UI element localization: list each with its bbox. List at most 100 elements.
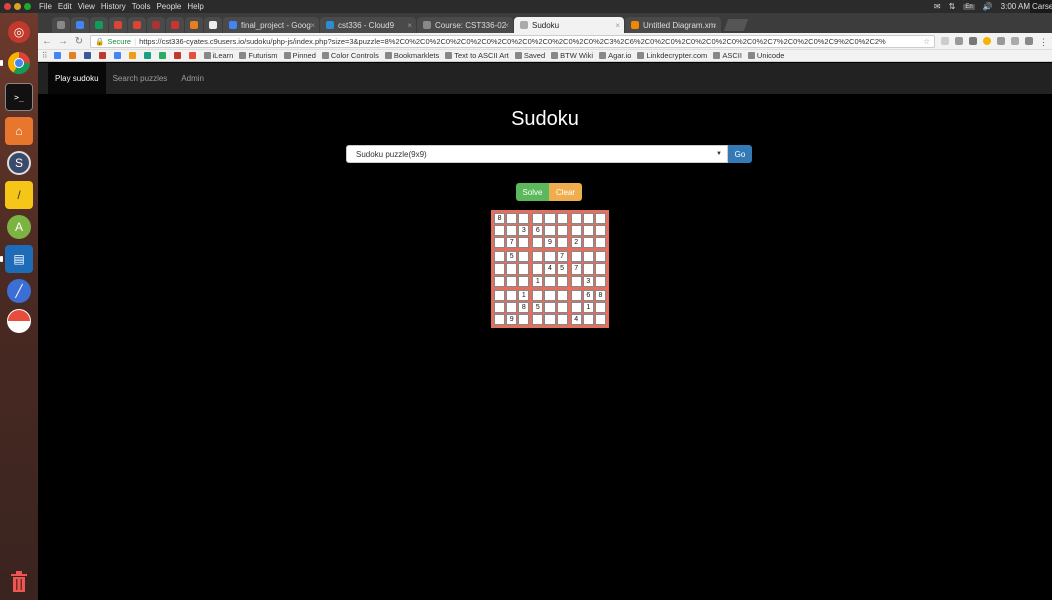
sudoku-cell[interactable]: [494, 225, 506, 237]
sudoku-cell[interactable]: [518, 237, 530, 249]
bookmark-item[interactable]: Bookmarklets: [384, 51, 439, 60]
extension-icon[interactable]: [997, 37, 1005, 45]
sudoku-cell[interactable]: [532, 289, 544, 301]
reload-icon[interactable]: ↻: [74, 36, 84, 47]
sudoku-cell[interactable]: [494, 275, 506, 287]
maximize-window-icon[interactable]: [24, 3, 31, 10]
sudoku-cell[interactable]: [518, 213, 530, 225]
menu-item-help[interactable]: Help: [187, 2, 203, 11]
sudoku-cell[interactable]: [556, 313, 568, 325]
sudoku-cell[interactable]: [494, 301, 506, 313]
sudoku-cell[interactable]: [582, 237, 594, 249]
browser-tab[interactable]: Sudoku ×: [514, 17, 624, 33]
nav-admin[interactable]: Admin: [174, 63, 211, 94]
pinned-tab[interactable]: [109, 17, 127, 33]
browser-tab[interactable]: final_project - Goog ×: [223, 17, 319, 33]
sudoku-cell[interactable]: [556, 275, 568, 287]
sudoku-cell[interactable]: [506, 225, 518, 237]
sudoku-cell[interactable]: 3: [518, 225, 530, 237]
bookmark-item[interactable]: Agar.io: [599, 51, 631, 60]
sudoku-cell[interactable]: [582, 313, 594, 325]
pinned-tab[interactable]: [90, 17, 108, 33]
sudoku-cell[interactable]: 7: [506, 237, 518, 249]
bookmark-icon[interactable]: [68, 52, 76, 59]
forward-icon[interactable]: →: [58, 36, 68, 47]
sudoku-cell[interactable]: 6: [532, 225, 544, 237]
sudoku-cell[interactable]: [518, 251, 530, 263]
sudoku-cell[interactable]: [532, 251, 544, 263]
sudoku-cell[interactable]: 3: [582, 275, 594, 287]
bookmark-item[interactable]: Linkdecrypter.com: [637, 51, 707, 60]
sudoku-cell[interactable]: [594, 275, 606, 287]
sudoku-cell[interactable]: [518, 275, 530, 287]
minimize-window-icon[interactable]: [14, 3, 21, 10]
sudoku-cell[interactable]: [494, 313, 506, 325]
sudoku-cell[interactable]: [544, 301, 556, 313]
bookmark-icon[interactable]: [83, 52, 91, 59]
extension-icon[interactable]: [941, 37, 949, 45]
close-tab-icon[interactable]: ×: [407, 21, 412, 30]
sudoku-cell[interactable]: [556, 301, 568, 313]
sudoku-cell[interactable]: [594, 213, 606, 225]
pencil-app-icon[interactable]: ╱: [7, 279, 31, 303]
sudoku-cell[interactable]: [570, 213, 582, 225]
sudoku-cell[interactable]: 6: [582, 289, 594, 301]
sudoku-cell[interactable]: [594, 225, 606, 237]
chrome-icon[interactable]: [0, 49, 33, 77]
sudoku-cell[interactable]: 9: [544, 237, 556, 249]
sudoku-cell[interactable]: [494, 237, 506, 249]
menu-item-tools[interactable]: Tools: [132, 2, 151, 11]
sudoku-cell[interactable]: [544, 225, 556, 237]
sudoku-cell[interactable]: [570, 301, 582, 313]
bookmark-item[interactable]: iLearn: [203, 51, 233, 60]
sudoku-cell[interactable]: [532, 237, 544, 249]
sudoku-cell[interactable]: [494, 251, 506, 263]
sudoku-cell[interactable]: [506, 263, 518, 275]
keyboard-language[interactable]: En: [963, 3, 975, 10]
new-tab-button[interactable]: [723, 19, 749, 31]
pinned-tab[interactable]: [204, 17, 222, 33]
sudoku-cell[interactable]: 7: [556, 251, 568, 263]
sudoku-cell[interactable]: 1: [532, 275, 544, 287]
go-button[interactable]: Go: [728, 145, 752, 163]
sudoku-cell[interactable]: [506, 213, 518, 225]
menu-item-edit[interactable]: Edit: [58, 2, 72, 11]
sudoku-cell[interactable]: [594, 263, 606, 275]
bookmark-item[interactable]: Pinned: [283, 51, 316, 60]
sudoku-cell[interactable]: [494, 289, 506, 301]
puzzle-select[interactable]: Sudoku puzzle(9x9) ▼: [346, 145, 728, 163]
sudoku-cell[interactable]: [506, 301, 518, 313]
sudoku-cell[interactable]: [544, 213, 556, 225]
pinned-tab[interactable]: [166, 17, 184, 33]
close-tab-icon[interactable]: ×: [615, 21, 620, 30]
extension-icon[interactable]: [955, 37, 963, 45]
android-studio-icon[interactable]: A: [7, 215, 31, 239]
pinned-tab[interactable]: [128, 17, 146, 33]
calculator-icon[interactable]: ▤: [0, 245, 33, 273]
user-name[interactable]: Carse: [1030, 0, 1052, 13]
sudoku-cell[interactable]: 1: [518, 289, 530, 301]
back-icon[interactable]: ←: [42, 36, 52, 47]
bookmark-item[interactable]: ASCII: [713, 51, 742, 60]
sudoku-cell[interactable]: [556, 225, 568, 237]
pinned-tab[interactable]: [185, 17, 203, 33]
sudoku-cell[interactable]: [494, 263, 506, 275]
sudoku-cell[interactable]: 7: [570, 263, 582, 275]
volume-icon[interactable]: 🔊: [983, 2, 993, 11]
sudoku-cell[interactable]: [532, 313, 544, 325]
extension-icon[interactable]: [969, 37, 977, 45]
bookmark-item[interactable]: Unicode: [747, 51, 784, 60]
extension-icon[interactable]: [983, 37, 991, 45]
mail-icon[interactable]: ✉: [934, 2, 941, 11]
bookmark-item[interactable]: Text to ASCII Art: [445, 51, 509, 60]
sudoku-cell[interactable]: 8: [494, 213, 506, 225]
sudoku-cell[interactable]: 8: [594, 289, 606, 301]
bookmark-icon[interactable]: [98, 52, 106, 59]
sudoku-cell[interactable]: [556, 289, 568, 301]
browser-tab[interactable]: Course: CST336-02 ×: [417, 17, 513, 33]
network-icon[interactable]: ⇅: [949, 2, 956, 11]
sudoku-cell[interactable]: [570, 289, 582, 301]
dash-icon[interactable]: ◎: [8, 21, 30, 43]
browser-tab[interactable]: Untitled Diagram.xm ×: [625, 17, 721, 33]
sudoku-cell[interactable]: [544, 289, 556, 301]
